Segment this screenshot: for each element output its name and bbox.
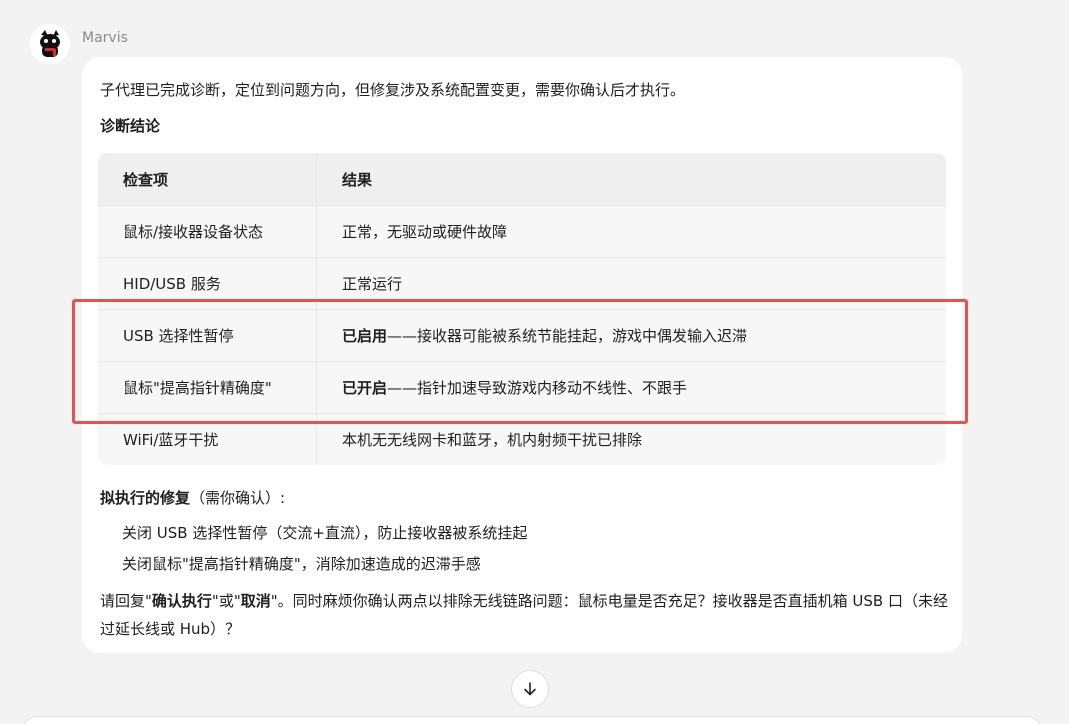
cancel-keyword: 取消 — [240, 592, 271, 610]
check-result: 正常，无驱动或硬件故障 — [342, 223, 508, 241]
scroll-to-bottom-button[interactable] — [511, 670, 549, 708]
check-result: 本机无无线网卡和蓝牙，机内射频干扰已排除 — [342, 431, 643, 449]
table-row: HID/USB 服务 正常运行 — [98, 257, 946, 309]
check-item: 鼠标"提高指针精确度" — [98, 362, 317, 413]
fix-item: 关闭鼠标"提高指针精确度"，消除加速造成的迟滞手感 — [122, 555, 481, 573]
status-enabled-label: 已启用 — [342, 327, 388, 345]
sender-name: Marvis — [82, 30, 128, 46]
assistant-message: 子代理已完成诊断，定位到问题方向，但修复涉及系统配置变更，需要你确认后才执行。 … — [82, 57, 962, 653]
intro-text: 子代理已完成诊断，定位到问题方向，但修复涉及系统配置变更，需要你确认后才执行。 — [100, 81, 686, 99]
confirm-keyword: 确认执行 — [151, 592, 212, 610]
check-item: USB 选择性暂停 — [98, 310, 317, 361]
table-row: 鼠标"提高指针精确度" 已开启 ——指针加速导致游戏内移动不线性、不跟手 — [98, 361, 946, 413]
table-row: USB 选择性暂停 已启用 ——接收器可能被系统节能挂起，游戏中偶发输入迟滞 — [98, 309, 946, 361]
arrow-down-icon — [524, 682, 536, 696]
message-input[interactable] — [22, 716, 1042, 724]
check-item: 鼠标/接收器设备状态 — [98, 206, 317, 257]
reply-instruction: 请回复"确认执行"或"取消"。同时麻烦你确认两点以排除无线链路问题：鼠标电量是否… — [100, 592, 948, 638]
status-on-label: 已开启 — [342, 379, 388, 397]
check-result: 已开启 ——指针加速导致游戏内移动不线性、不跟手 — [342, 379, 688, 397]
table-row: WiFi/蓝牙干扰 本机无无线网卡和蓝牙，机内射频干扰已排除 — [98, 413, 946, 465]
table-row: 鼠标/接收器设备状态 正常，无驱动或硬件故障 — [98, 205, 946, 257]
check-result: 已启用 ——接收器可能被系统节能挂起，游戏中偶发输入迟滞 — [342, 327, 748, 345]
fix-item: 关闭 USB 选择性暂停（交流+直流），防止接收器被系统挂起 — [122, 524, 528, 542]
diagnosis-table: 检查项 结果 鼠标/接收器设备状态 正常，无驱动或硬件故障 HID/USB 服务… — [98, 153, 946, 465]
black-cat-avatar-icon — [40, 30, 60, 57]
diagnosis-title: 诊断结论 — [100, 117, 161, 135]
column-header-item: 检查项 — [98, 153, 317, 205]
check-item: WiFi/蓝牙干扰 — [98, 414, 317, 465]
column-header-result: 结果 — [342, 170, 373, 189]
chat-view: Marvis 子代理已完成诊断，定位到问题方向，但修复涉及系统配置变更，需要你确… — [0, 0, 1069, 724]
table-header-row: 检查项 结果 — [98, 153, 946, 205]
check-item: HID/USB 服务 — [98, 258, 317, 309]
fix-section-title: 拟执行的修复（需你确认）: — [100, 489, 286, 507]
check-result: 正常运行 — [342, 275, 403, 293]
assistant-avatar — [30, 24, 70, 64]
